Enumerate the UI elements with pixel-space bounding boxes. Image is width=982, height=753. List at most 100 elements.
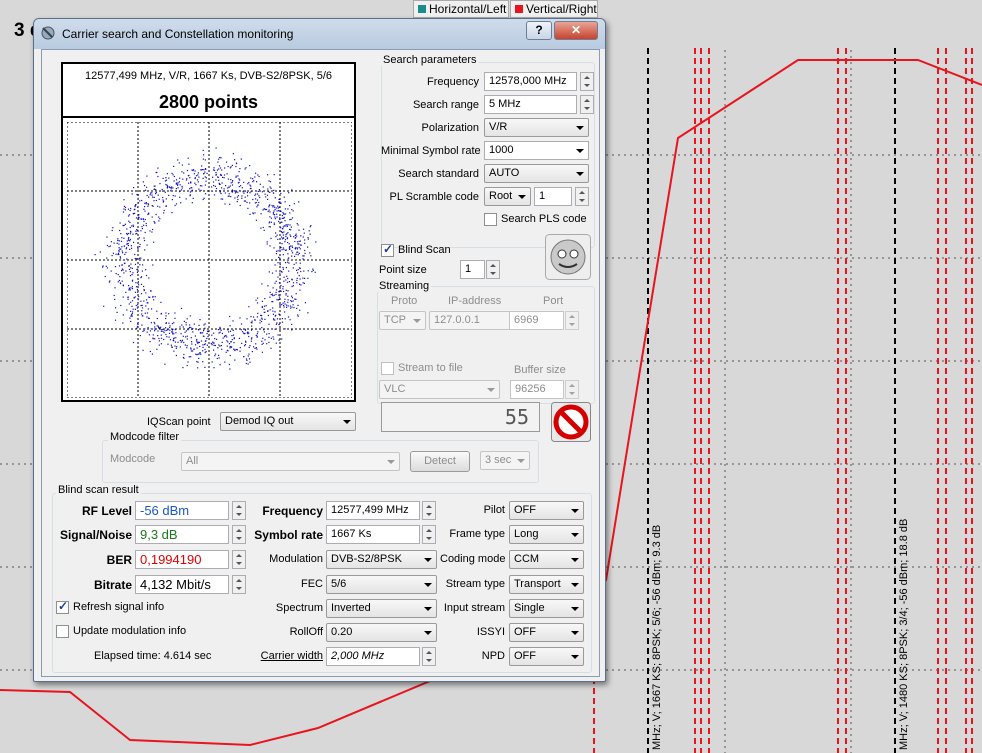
iq-point: [114, 298, 116, 301]
iq-point: [181, 171, 183, 173]
blind-scan-image-icon[interactable]: [545, 234, 591, 280]
search-standard-select[interactable]: AUTO: [484, 164, 589, 183]
iq-point: [278, 323, 281, 325]
result-frequency-spinner[interactable]: [422, 501, 436, 520]
pl-scramble-spinner[interactable]: [575, 187, 589, 206]
min-symbol-rate-select[interactable]: 1000: [484, 141, 589, 160]
issyi-select[interactable]: OFF: [509, 623, 584, 642]
iq-point: [300, 244, 302, 246]
iq-point: [154, 222, 156, 224]
modcode-select[interactable]: All: [181, 452, 400, 471]
iq-point: [163, 200, 165, 202]
search-range-input[interactable]: 5 MHz: [484, 95, 577, 114]
iq-point: [123, 205, 125, 207]
npd-value: OFF: [514, 650, 536, 662]
iq-point: [218, 183, 221, 185]
pl-scramble-number[interactable]: 1: [534, 187, 572, 206]
stream-to-file-checkbox[interactable]: [381, 362, 394, 375]
search-range-spinner[interactable]: [580, 95, 594, 114]
pl-scramble-select[interactable]: Root: [484, 187, 531, 206]
iq-point: [150, 290, 152, 292]
frequency-input[interactable]: 12578,000 MHz: [484, 72, 577, 91]
buffer-size-label: Buffer size: [514, 364, 566, 376]
iq-point: [132, 272, 134, 274]
stop-icon[interactable]: [551, 402, 591, 442]
iq-point: [295, 262, 297, 264]
iq-point: [248, 358, 251, 360]
iq-point: [185, 179, 188, 181]
iq-point: [285, 289, 287, 291]
stream-type-select[interactable]: Transport: [509, 575, 584, 594]
spectrum-select[interactable]: Inverted: [326, 599, 437, 618]
iq-point: [274, 209, 276, 211]
iq-point: [266, 243, 268, 245]
iq-point: [282, 226, 284, 228]
detect-button[interactable]: Detect: [410, 451, 470, 472]
iq-point: [261, 351, 263, 353]
player-select[interactable]: VLC: [379, 380, 500, 399]
iq-point: [285, 266, 287, 269]
proto-select[interactable]: TCP: [379, 311, 426, 330]
port-input-field[interactable]: 6969: [509, 311, 564, 330]
iq-point: [220, 329, 222, 331]
refresh-signal-checkbox[interactable]: [56, 599, 69, 614]
polarization-select[interactable]: V/R: [484, 118, 589, 137]
iq-point: [281, 318, 283, 320]
point-size-spinner[interactable]: [486, 260, 500, 279]
coding-mode-select[interactable]: CCM: [509, 550, 584, 569]
iq-point: [131, 305, 133, 307]
search-pls-checkbox[interactable]: [484, 213, 497, 226]
rolloff-select[interactable]: 0.20: [326, 623, 437, 642]
frequency-spinner[interactable]: [580, 72, 594, 91]
iq-point: [130, 207, 132, 210]
iq-point: [277, 210, 280, 212]
iq-point: [182, 367, 184, 369]
iq-point: [261, 318, 263, 320]
iq-point: [191, 341, 193, 343]
symbol-rate-spinner[interactable]: [422, 525, 436, 544]
help-button[interactable]: ?: [526, 21, 552, 40]
modulation-select[interactable]: DVB-S2/8PSK: [326, 550, 437, 569]
frame-type-select[interactable]: Long: [509, 525, 584, 544]
iq-point: [269, 309, 271, 311]
buffer-size-input[interactable]: 96256: [510, 380, 564, 399]
iq-point: [230, 341, 232, 343]
blind-scan-checkbox[interactable]: [381, 242, 394, 257]
iqscan-select[interactable]: Demod IQ out: [220, 412, 356, 431]
iq-point: [231, 181, 233, 183]
pilot-select[interactable]: OFF: [509, 501, 584, 520]
detect-time-select[interactable]: 3 sec: [480, 451, 530, 470]
iq-point: [226, 345, 228, 347]
iq-point: [281, 303, 283, 306]
iq-point: [240, 185, 242, 187]
iq-point: [274, 264, 276, 266]
npd-select[interactable]: OFF: [509, 647, 584, 666]
iq-point: [292, 282, 295, 284]
carrier-width-label[interactable]: Carrier width: [242, 650, 323, 662]
iq-point: [146, 312, 149, 314]
iq-point: [173, 180, 175, 182]
update-modulation-checkbox[interactable]: [56, 625, 69, 638]
iq-point: [299, 278, 301, 280]
iq-point: [202, 177, 204, 179]
iq-point: [168, 336, 170, 338]
iq-point: [141, 226, 143, 228]
iq-point: [194, 170, 196, 172]
carrier-width-spinner[interactable]: [422, 647, 436, 666]
point-size-input[interactable]: 1: [460, 260, 485, 279]
iq-point: [226, 161, 228, 163]
close-button[interactable]: ✕: [554, 21, 598, 40]
iq-point: [293, 307, 295, 309]
fec-select[interactable]: 5/6: [326, 575, 437, 594]
iq-point: [182, 356, 184, 359]
iq-point: [125, 251, 127, 254]
iq-point: [287, 305, 289, 307]
input-stream-select[interactable]: Single: [509, 599, 584, 618]
iq-point: [122, 211, 125, 213]
iq-point: [231, 335, 233, 337]
chevron-down-icon: [576, 172, 584, 176]
port-spinner[interactable]: [565, 311, 579, 330]
buffer-size-spinner[interactable]: [565, 380, 579, 399]
window-titlebar[interactable]: Carrier search and Constellation monitor…: [34, 19, 605, 49]
iq-point: [224, 361, 226, 363]
